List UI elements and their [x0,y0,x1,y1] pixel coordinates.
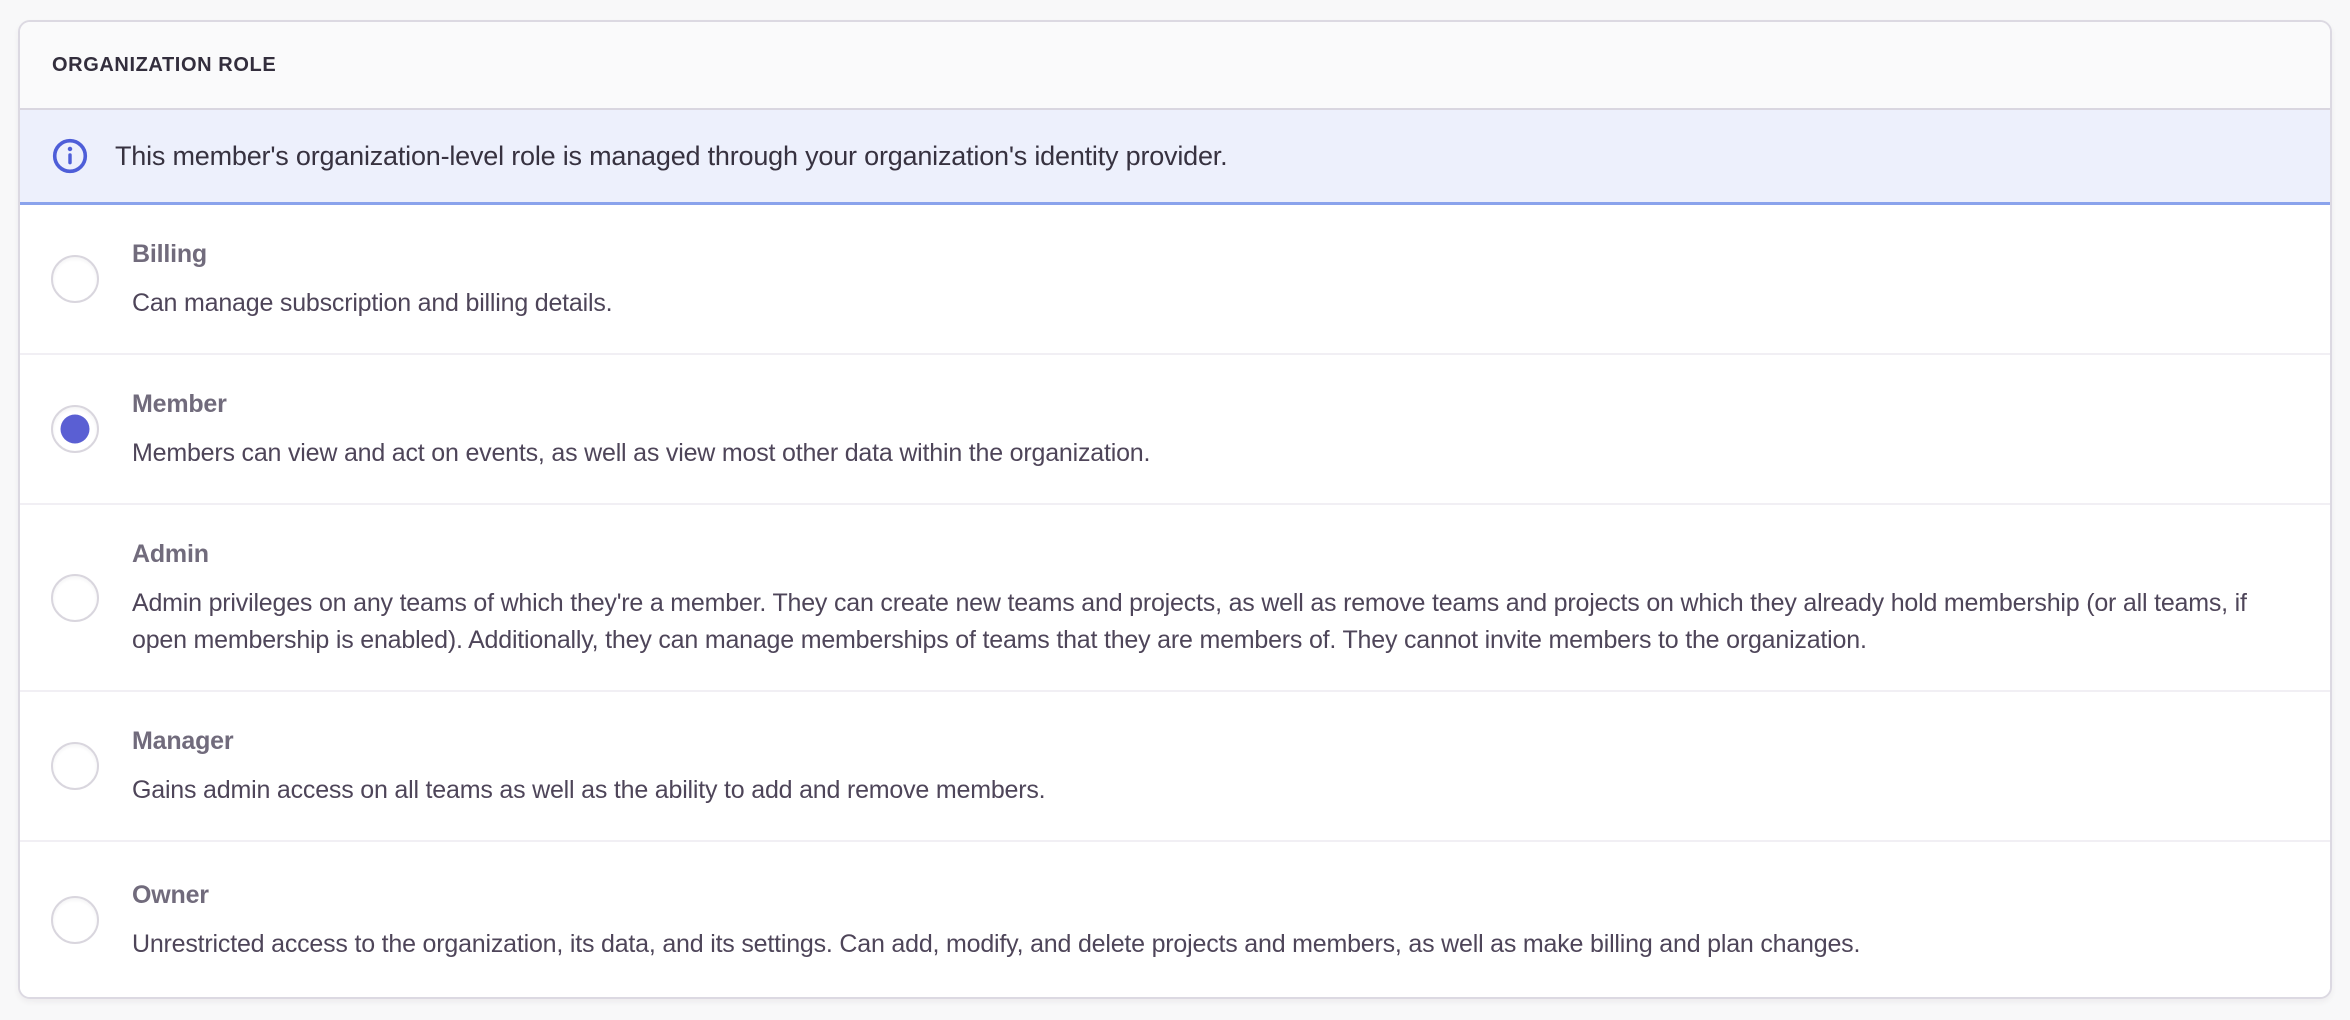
radio-button[interactable] [51,255,99,303]
role-label: Owner [132,877,2280,914]
role-label: Billing [132,236,2280,273]
radio-button[interactable] [51,896,99,944]
info-banner-text: This member's organization-level role is… [115,141,1227,172]
role-text: Billing Can manage subscription and bill… [132,236,2280,322]
role-label: Admin [132,536,2280,573]
role-text: Member Members can view and act on event… [132,386,2280,472]
role-option-row-manager[interactable]: Manager Gains admin access on all teams … [20,692,2330,842]
role-description: Members can view and act on events, as w… [132,435,2280,472]
role-description: Unrestricted access to the organization,… [132,926,2280,963]
role-label: Manager [132,723,2280,760]
radio-button[interactable] [51,742,99,790]
role-text: Admin Admin privileges on any teams of w… [132,536,2280,659]
radio-button[interactable] [51,574,99,622]
role-option-row-member[interactable]: Member Members can view and act on event… [20,355,2330,505]
info-icon [52,138,88,174]
role-description: Gains admin access on all teams as well … [132,772,2280,809]
role-options-list: Billing Can manage subscription and bill… [20,205,2330,997]
panel-header: ORGANIZATION ROLE [20,22,2330,110]
role-label: Member [132,386,2280,423]
radio-button[interactable] [51,405,99,453]
role-description: Admin privileges on any teams of which t… [132,585,2280,659]
role-text: Owner Unrestricted access to the organiz… [132,877,2280,963]
info-banner: This member's organization-level role is… [20,110,2330,205]
role-option-row-billing[interactable]: Billing Can manage subscription and bill… [20,205,2330,355]
role-description: Can manage subscription and billing deta… [132,285,2280,322]
organization-role-panel: ORGANIZATION ROLE This member's organiza… [18,20,2332,999]
role-text: Manager Gains admin access on all teams … [132,723,2280,809]
panel-title: ORGANIZATION ROLE [52,54,276,77]
role-option-row-owner[interactable]: Owner Unrestricted access to the organiz… [20,842,2330,997]
role-option-row-admin[interactable]: Admin Admin privileges on any teams of w… [20,505,2330,692]
